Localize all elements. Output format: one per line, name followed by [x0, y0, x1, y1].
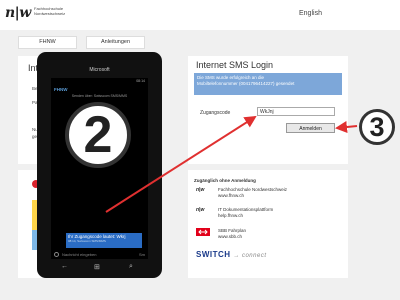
site-header: n|w Fachhochschule Nordwestschweiz Engli…	[0, 0, 400, 28]
public-links-title: Zugänglich ohne Anmeldung	[194, 178, 256, 183]
switch-tag: connect	[241, 253, 267, 259]
sms-message-meta: 08:14, Swisscom SMS/MMS	[68, 239, 106, 243]
phone-brand: Microsoft	[89, 67, 110, 73]
sms-message-bubble: Ihr Zugangscode lautet: Wkrj 08:14, Swis…	[66, 233, 142, 248]
search-icon[interactable]: ⌕	[129, 263, 133, 271]
switch-label: SWITCH	[196, 250, 231, 259]
chat-bubble-icon	[54, 252, 59, 257]
phone-nav-bar: ← ⊞ ⌕	[51, 263, 148, 271]
tab-anleitungen[interactable]: Anleitungen	[86, 36, 145, 49]
phone-screen: 08:14 FHNW Senden über: Swisscom SMS/MMS…	[51, 78, 148, 259]
status-bar: 08:14	[51, 78, 148, 84]
tab-fhnw[interactable]: FHNW	[18, 36, 77, 49]
link-url[interactable]: www.sbb.ch	[218, 234, 246, 240]
sender-info: Senden über: Swisscom SMS/MMS	[71, 94, 128, 98]
fhnw-logo[interactable]: n|w	[5, 5, 31, 21]
link-url[interactable]: www.fhnw.ch	[218, 193, 287, 199]
compose-extra: Sm	[139, 252, 145, 257]
sms-login-title: Internet SMS Login	[196, 60, 274, 70]
language-link[interactable]: English	[299, 10, 322, 17]
notice-line-2: Mobiltelefonnummer (0041796414227) gesen…	[197, 81, 295, 86]
fhnw-logo-icon: n|w	[196, 187, 205, 193]
link-url[interactable]: help.fhnw.ch	[218, 213, 273, 219]
windows-icon[interactable]: ⊞	[94, 263, 100, 271]
switch-connect-logo[interactable]: SWITCH → connect	[196, 250, 266, 259]
code-label: Zugangscode	[200, 110, 231, 116]
back-icon[interactable]: ←	[61, 263, 68, 270]
status-time: 08:14	[136, 79, 145, 83]
login-button[interactable]: Anmelden	[286, 123, 335, 133]
logo-line-2: Nordwestschweiz	[34, 11, 66, 16]
logo-text: Fachhochschule Nordwestschweiz	[34, 6, 65, 16]
step-2-badge: 2	[65, 102, 131, 168]
fhnw-logo-icon: n|w	[196, 207, 205, 213]
compose-input[interactable]: Nachricht eingeben	[62, 252, 96, 257]
sms-sent-notice: Die SMS wurde erfolgreich an die Mobilte…	[194, 73, 342, 95]
compose-bar[interactable]: Nachricht eingeben Sm	[54, 252, 145, 258]
sbb-icon	[196, 228, 212, 238]
phone-mockup: Microsoft 08:14 FHNW Senden über: Swissc…	[37, 52, 162, 278]
message-thread-title: FHNW	[54, 87, 68, 92]
step-3-badge: 3	[359, 109, 395, 145]
access-code-input[interactable]: WkJnj	[257, 107, 335, 116]
